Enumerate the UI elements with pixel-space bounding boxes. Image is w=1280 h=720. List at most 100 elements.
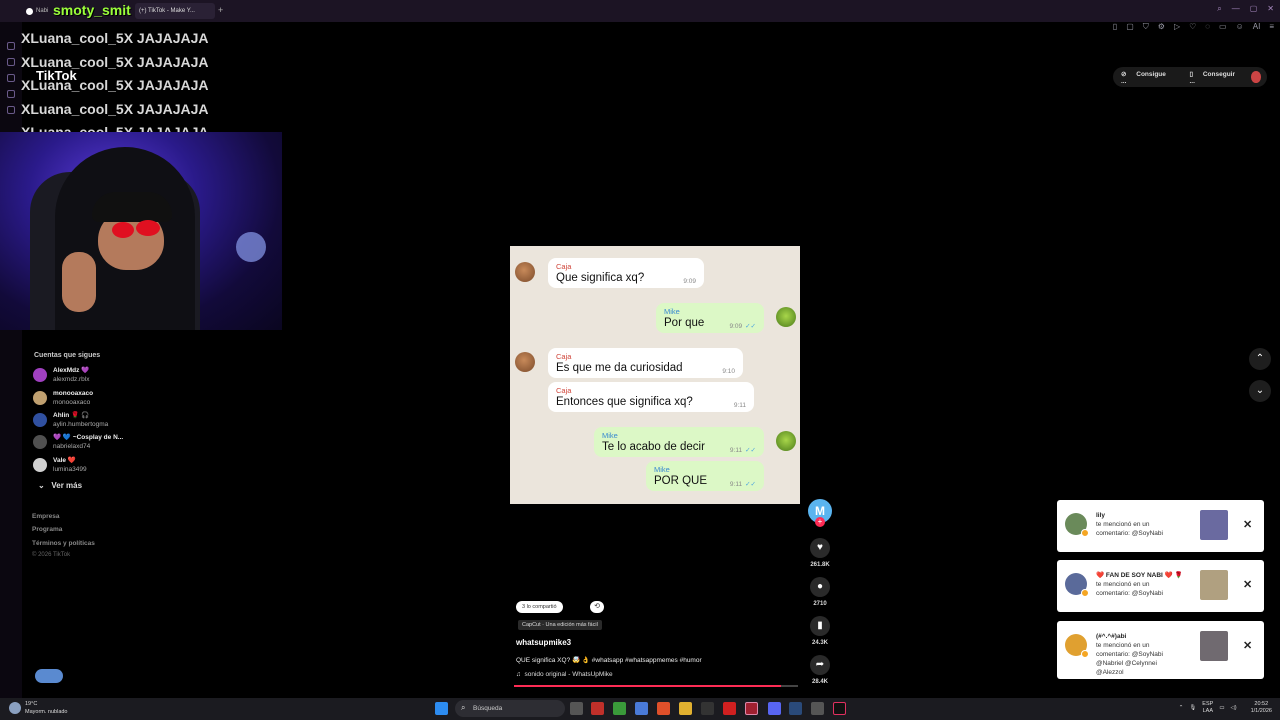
opera-icon[interactable] <box>745 702 758 715</box>
ai-label[interactable]: AI <box>1253 22 1261 32</box>
notif-thumbnail[interactable] <box>1200 631 1228 661</box>
chevron-up-icon[interactable]: ⌃ <box>1179 705 1184 711</box>
repost-icon[interactable]: ⟲ <box>590 601 604 613</box>
wallet-icon[interactable]: ▭ <box>1219 22 1227 32</box>
tiktok-icon[interactable] <box>833 702 846 715</box>
message-time: 9:11 ✓✓ <box>730 446 756 454</box>
bookmark-icon[interactable]: ▮ <box>810 616 830 636</box>
new-tab-icon[interactable]: + <box>218 5 223 15</box>
taskbar-search[interactable]: ⌕ Búsqueda <box>455 700 565 717</box>
like-action[interactable]: ♥ 261.8K <box>809 538 831 568</box>
clock[interactable]: 20:52 1/1/2026 <box>1251 701 1272 715</box>
comment-action[interactable]: ● 2710 <box>809 577 831 607</box>
notif-thumbnail[interactable] <box>1200 510 1228 540</box>
follow-plus-icon[interactable]: + <box>815 517 825 527</box>
mention-notification[interactable]: lily te mencionó en un comentario: @SoyNab… <box>1057 500 1264 552</box>
app-icon[interactable] <box>723 702 736 715</box>
notif-thumbnail[interactable] <box>1200 570 1228 600</box>
sidebar-app-icon[interactable] <box>7 42 15 50</box>
minimize-icon[interactable]: — <box>1232 4 1240 14</box>
xbox-icon[interactable] <box>613 702 626 715</box>
app-icon[interactable] <box>811 702 824 715</box>
footer-link-empresa[interactable]: Empresa <box>32 513 59 520</box>
mic-icon[interactable]: 🎙︎ <box>1189 705 1196 711</box>
toggle-pill[interactable] <box>35 669 63 683</box>
screenshot-icon[interactable]: ▢ <box>1126 22 1134 32</box>
sidebar-app-icon[interactable] <box>7 58 15 66</box>
get-coins-label: Consigue ... <box>1121 70 1166 85</box>
account-name: monooaxaco <box>53 390 94 397</box>
windows-start-icon[interactable] <box>435 702 448 715</box>
cam-hand <box>62 252 96 312</box>
discord-icon[interactable] <box>768 702 781 715</box>
heart-icon[interactable]: ♡ <box>1189 22 1196 32</box>
heart-icon[interactable]: ♥ <box>810 538 830 558</box>
video-username[interactable]: whatsupmike3 <box>516 638 571 647</box>
following-account[interactable]: monooaxaco monooaxaco <box>33 389 93 407</box>
get-coins-button[interactable]: ⊘ Consigue ... <box>1113 70 1181 85</box>
close-window-icon[interactable]: ✕ <box>1267 4 1274 14</box>
get-app-button[interactable]: ▯ Conseguir ... <box>1181 70 1250 85</box>
chat-icon[interactable]: ◌ <box>1205 22 1210 32</box>
following-account[interactable]: 💜 💙 ~Cosplay de N... nabrielaxd74 <box>33 433 123 451</box>
following-account[interactable]: AlexMdz 💜 alexmdz.rblx <box>33 366 89 384</box>
app-icon[interactable] <box>591 702 604 715</box>
following-account[interactable]: Ahlin 🌹 🎧 aylin.humbertogma <box>33 411 108 429</box>
mention-notification[interactable]: ❤️ FAN DE SOY NABI ❤️ 🌹 te mencionó en un… <box>1057 560 1264 612</box>
shield-icon[interactable]: ⛉ <box>1143 22 1149 32</box>
capcut-label: CapCut · Una edición más fácil <box>522 622 598 628</box>
network-icon[interactable]: ▭ <box>1219 705 1224 711</box>
close-icon[interactable]: ✕ <box>1243 578 1252 591</box>
language-indicator[interactable]: ESP LAA <box>1202 701 1213 715</box>
tiktok-logo[interactable]: TikTok <box>36 68 77 83</box>
brave-icon[interactable] <box>657 702 670 715</box>
following-account[interactable]: Vale ❤️ lumina3499 <box>33 456 87 474</box>
search-icon: ⌕ <box>461 703 466 712</box>
capcut-badge[interactable]: CapCut · Una edición más fácil <box>518 620 602 630</box>
video-sound[interactable]: ♫ sonido original - WhatsUpMike <box>516 671 613 678</box>
profile-avatar[interactable] <box>1250 71 1261 83</box>
weather-icon[interactable] <box>9 702 21 714</box>
message-time: 9:09 ✓✓ <box>729 322 756 330</box>
task-view-icon[interactable] <box>570 702 583 715</box>
music-note-icon: ♫ <box>516 671 521 678</box>
play-icon[interactable]: ▷ <box>1174 22 1180 32</box>
share-icon[interactable]: ➦ <box>810 655 830 675</box>
comment-icon[interactable]: ● <box>810 577 830 597</box>
sender-name: Caja <box>556 262 572 271</box>
sender-name: Mike <box>654 465 670 474</box>
browser-tab-tiktok[interactable]: (+) TikTok - Make Y... <box>135 3 215 19</box>
bookmark-icon[interactable]: ▯ <box>1113 22 1117 32</box>
notif-badge-icon <box>1081 529 1089 537</box>
previous-video-button[interactable]: ⌃ <box>1249 348 1271 370</box>
maximize-icon[interactable]: ▢ <box>1250 4 1258 14</box>
sidebar-app-icon[interactable] <box>7 90 15 98</box>
shared-by-badge[interactable]: 3 lo compartió <box>516 601 563 613</box>
sidebar-app-icon[interactable] <box>7 106 15 114</box>
close-icon[interactable]: ✕ <box>1243 639 1252 652</box>
folder-icon[interactable] <box>679 702 692 715</box>
capcut-icon[interactable] <box>701 702 714 715</box>
volume-icon[interactable]: ◁) <box>1231 705 1237 711</box>
streamer-name: smoty_smit <box>53 2 131 18</box>
mention-notification[interactable]: (#^.^#)abi te mencionó en un comentario: @… <box>1057 621 1264 679</box>
see-more-button[interactable]: ⌄ Ver más <box>38 481 82 490</box>
share-action[interactable]: ➦ 28.4K <box>809 655 831 685</box>
app-icon[interactable] <box>635 702 648 715</box>
search-tabs-icon[interactable]: ⌕ <box>1217 4 1221 14</box>
close-icon[interactable]: ✕ <box>1243 518 1252 531</box>
steam-icon[interactable] <box>789 702 802 715</box>
footer-link-terms[interactable]: Términos y políticas <box>32 540 95 547</box>
notif-body: lily te mencionó en un comentario: @SoyNab… <box>1096 511 1163 538</box>
menu-icon[interactable]: ≡ <box>1269 22 1274 32</box>
video-progress-bar[interactable] <box>514 685 798 687</box>
video-player[interactable]: Caja Que significa xq? 9:09 Mike Por que 9:09… <box>510 246 800 504</box>
save-action[interactable]: ▮ 24.3K <box>809 616 831 646</box>
sidebar-app-icon[interactable] <box>7 74 15 82</box>
next-video-button[interactable]: ⌄ <box>1249 380 1271 402</box>
account-name: Ahlin 🌹 🎧 <box>53 412 90 419</box>
profile-icon[interactable]: ☺ <box>1236 22 1244 32</box>
footer-link-programa[interactable]: Programa <box>32 526 62 533</box>
extension-icon[interactable]: ⚙ <box>1158 22 1165 32</box>
weather-widget[interactable]: 19°C Mayorm. nublado <box>25 700 68 716</box>
